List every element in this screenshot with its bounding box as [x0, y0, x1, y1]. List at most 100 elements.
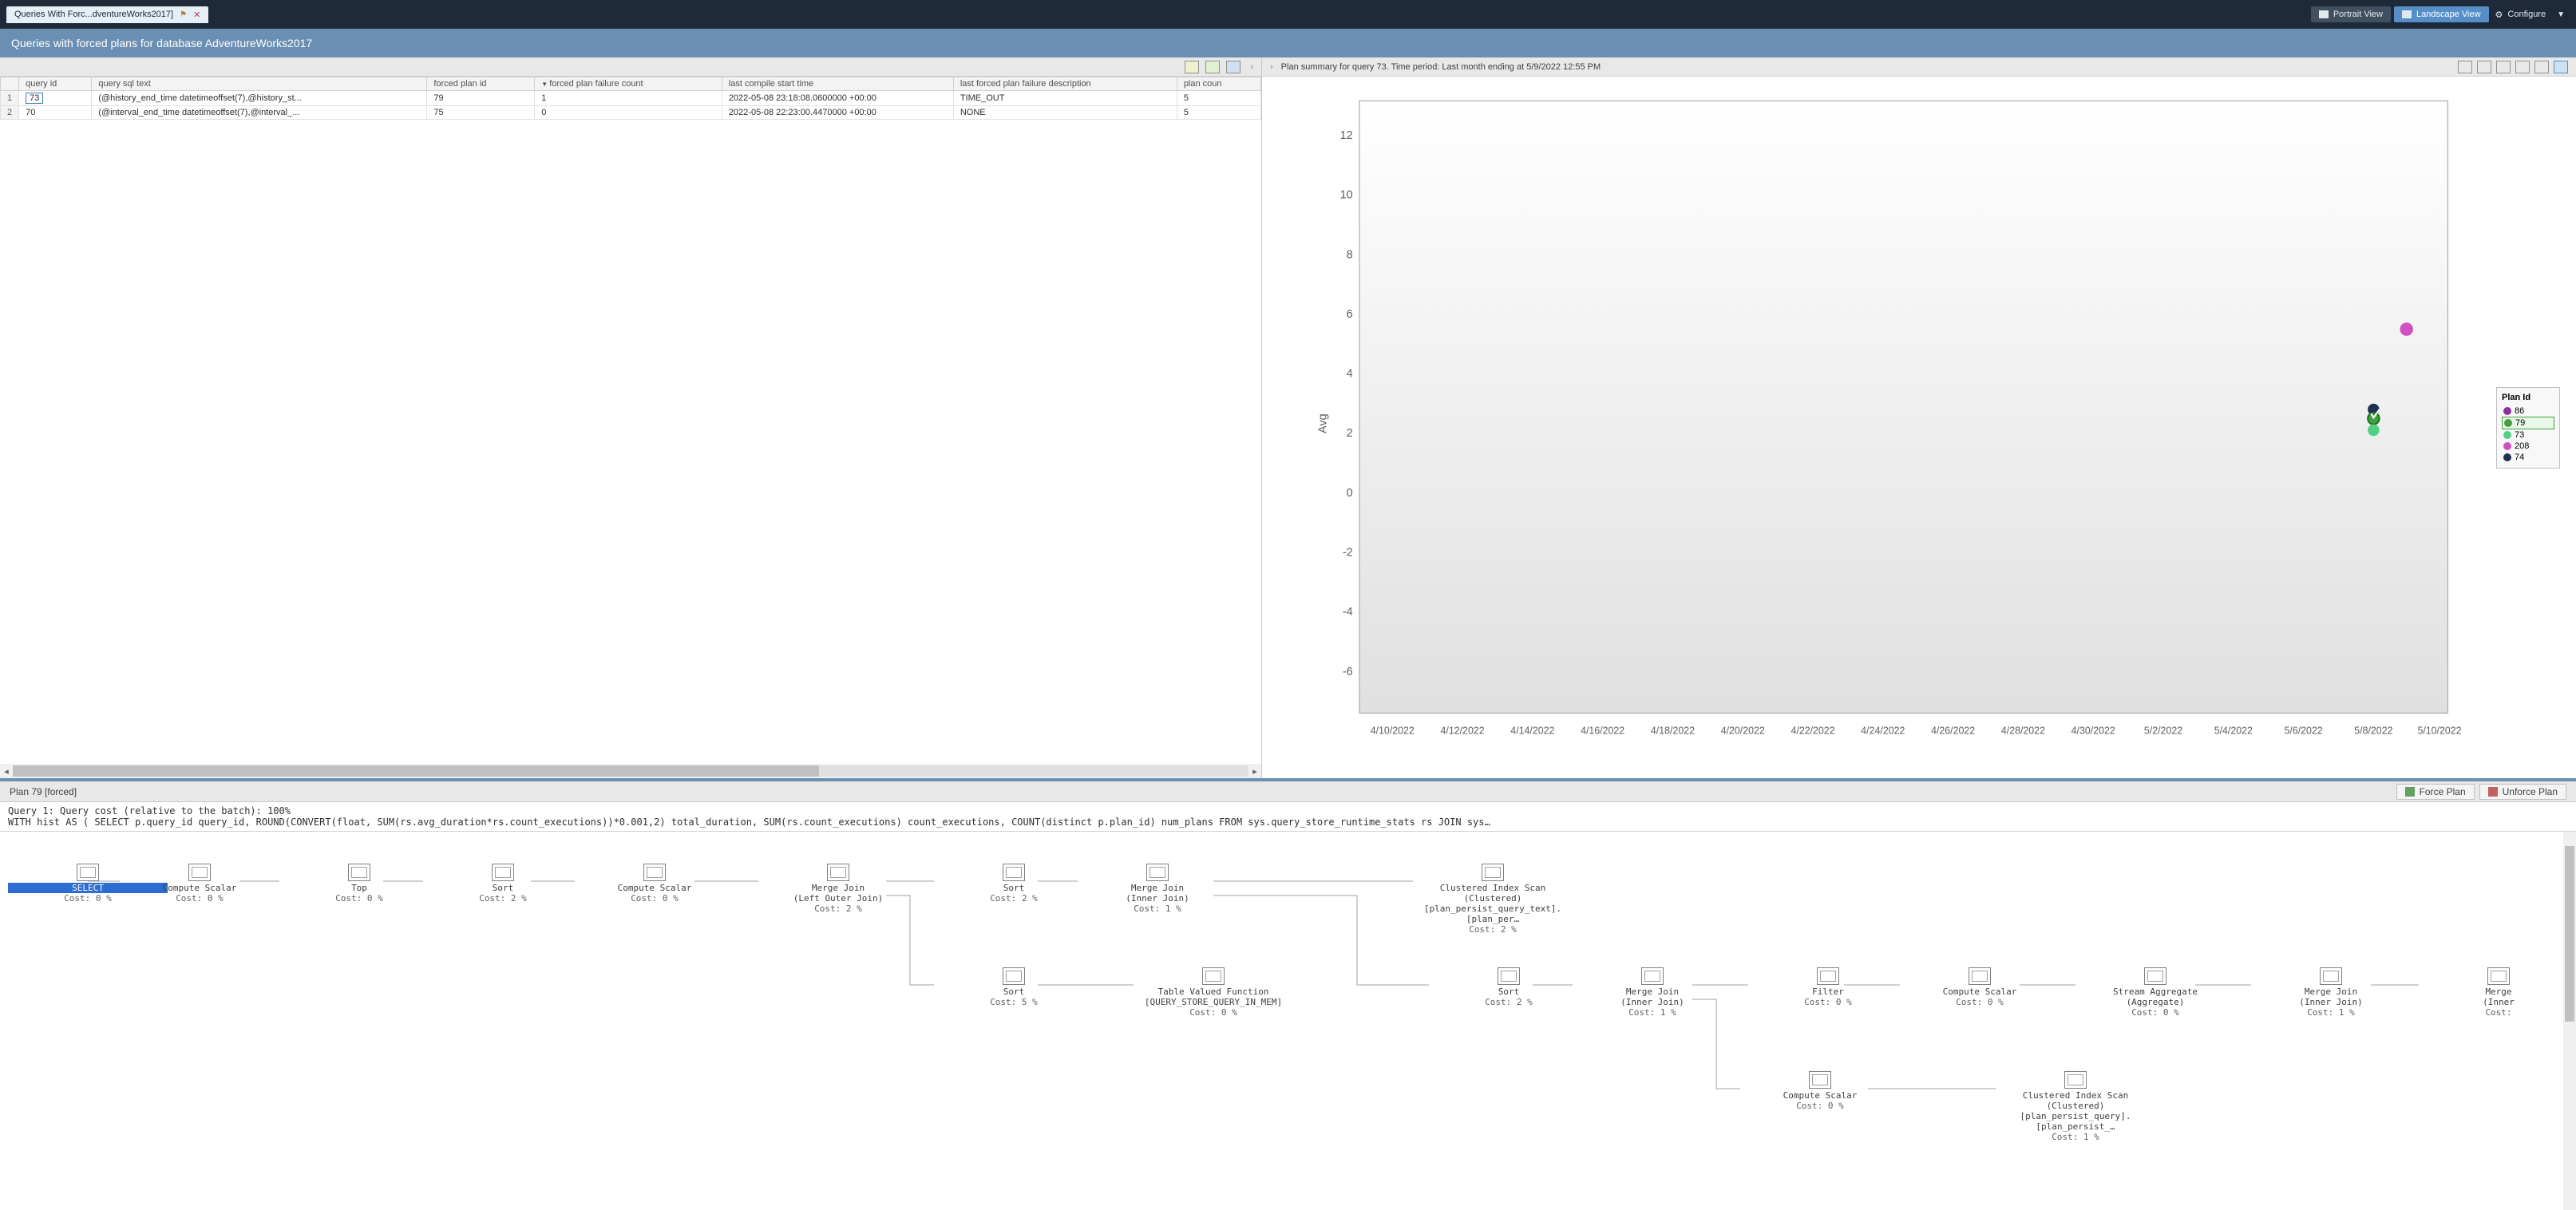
- plan-operator-cs2[interactable]: Compute ScalarCost: 0 %: [575, 864, 734, 904]
- legend-item[interactable]: 74: [2502, 452, 2554, 463]
- col-forced-plan-id[interactable]: forced plan id: [427, 77, 535, 91]
- svg-text:4/22/2022: 4/22/2022: [1791, 725, 1834, 736]
- unforce-plan-button[interactable]: Unforce Plan: [2479, 784, 2566, 800]
- plan-operator-mj2[interactable]: Merge Join(Inner Join)Cost: 1 %: [1078, 864, 1237, 914]
- svg-text:4/24/2022: 4/24/2022: [1861, 725, 1905, 736]
- landscape-icon: [2402, 10, 2412, 18]
- col-plan-count[interactable]: plan coun: [1177, 77, 1260, 91]
- plan-operator-sort2[interactable]: SortCost: 2 %: [934, 864, 1094, 904]
- legend-dot-icon: [2503, 453, 2511, 461]
- plan-operator-sort3[interactable]: SortCost: 5 %: [934, 967, 1094, 1007]
- pin-icon[interactable]: ⚑: [180, 10, 187, 19]
- grid-toolbar: ›: [0, 57, 1261, 77]
- plan-operator-top[interactable]: TopCost: 0 %: [279, 864, 439, 904]
- chart-plot-area[interactable]: 1210 86 42 0-2 -4-6 Avg 4/10/20224/12/20…: [1262, 77, 2480, 778]
- collapse-handle-icon[interactable]: ›: [1247, 62, 1256, 72]
- chart-tool-icon-5[interactable]: [2534, 61, 2549, 73]
- plan-operator-mj1[interactable]: Merge Join(Left Outer Join)Cost: 2 %: [758, 864, 918, 914]
- plan-header-bar: Plan 79 [forced] Force Plan Unforce Plan: [0, 781, 2576, 802]
- chart-collapse-handle-icon[interactable]: ›: [1270, 62, 1273, 72]
- window-tab-strip: Queries With Forc...dventureWorks2017] ⚑…: [0, 0, 2576, 29]
- chart-y-axis-label: Avg: [1317, 413, 1330, 433]
- svg-text:2: 2: [1347, 427, 1353, 440]
- chart-tool-icon-4[interactable]: [2515, 61, 2530, 73]
- operator-icon: [1482, 864, 1504, 881]
- selected-cell: 73: [26, 93, 43, 104]
- svg-text:-4: -4: [1343, 606, 1353, 619]
- svg-text:4/10/2022: 4/10/2022: [1371, 725, 1415, 736]
- close-icon[interactable]: ✕: [193, 10, 200, 20]
- grid-format-icon-1[interactable]: [1185, 61, 1199, 73]
- operator-icon: [2320, 967, 2342, 985]
- force-plan-button[interactable]: Force Plan: [2396, 784, 2475, 800]
- plan-operator-cis1[interactable]: Clustered Index Scan (Clustered)[plan_pe…: [1413, 864, 1573, 935]
- operator-icon: [2487, 967, 2510, 985]
- grid-panel: › query id query sql text forced plan id…: [0, 57, 1262, 778]
- plan-operator-sagg[interactable]: Stream Aggregate(Aggregate)Cost: 0 %: [2075, 967, 2235, 1018]
- chart-tool-icon-2[interactable]: [2477, 61, 2491, 73]
- svg-text:4/26/2022: 4/26/2022: [1931, 725, 1975, 736]
- plan-operator-sort1[interactable]: SortCost: 2 %: [423, 864, 583, 904]
- plan-operator-cs1[interactable]: Compute ScalarCost: 0 %: [120, 864, 279, 904]
- overflow-chevron-icon[interactable]: ▼: [2552, 10, 2570, 19]
- chart-tool-icon-3[interactable]: [2496, 61, 2511, 73]
- svg-text:4/12/2022: 4/12/2022: [1441, 725, 1485, 736]
- execution-plan-panel: Plan 79 [forced] Force Plan Unforce Plan…: [0, 778, 2576, 1210]
- legend-item[interactable]: 208: [2502, 441, 2554, 452]
- legend-item[interactable]: 86: [2502, 405, 2554, 417]
- legend-item[interactable]: 73: [2502, 429, 2554, 441]
- svg-text:12: 12: [1340, 129, 1353, 142]
- operator-icon: [1003, 967, 1025, 985]
- legend-item[interactable]: 79: [2502, 417, 2554, 429]
- plan-operator-tvf[interactable]: Table Valued Function[QUERY_STORE_QUERY_…: [1134, 967, 1293, 1018]
- chart-tool-icon-6[interactable]: [2554, 61, 2568, 73]
- portrait-view-button[interactable]: Portrait View: [2311, 6, 2391, 22]
- plan-vertical-scrollbar[interactable]: [2563, 832, 2576, 1210]
- plan-diagram-canvas[interactable]: SELECTCost: 0 %Compute ScalarCost: 0 %To…: [0, 832, 2576, 1210]
- page-title: Queries with forced plans for database A…: [11, 37, 312, 49]
- svg-text:0: 0: [1347, 487, 1353, 500]
- plan-operator-cis2[interactable]: Clustered Index Scan (Clustered)[plan_pe…: [1996, 1071, 2155, 1142]
- plan-operator-filter[interactable]: FilterCost: 0 %: [1748, 967, 1908, 1007]
- svg-text:8: 8: [1347, 248, 1353, 261]
- plan-operator-mj4[interactable]: Merge Join(Inner Join)Cost: 1 %: [2251, 967, 2411, 1018]
- col-fail-desc[interactable]: last forced plan failure description: [953, 77, 1177, 91]
- grid-format-icon-2[interactable]: [1205, 61, 1220, 73]
- grid-format-icon-3[interactable]: [1226, 61, 1241, 73]
- scroll-left-icon[interactable]: ◂: [0, 766, 13, 777]
- table-row[interactable]: 1 73 (@history_end_time datetimeoffset(7…: [1, 91, 1261, 106]
- operator-icon: [1641, 967, 1664, 985]
- legend-dot-icon: [2503, 407, 2511, 415]
- svg-text:10: 10: [1340, 189, 1353, 202]
- operator-icon: [643, 864, 666, 881]
- plan-operator-cs4[interactable]: Compute ScalarCost: 0 %: [1740, 1071, 1900, 1111]
- plan-operator-mj3[interactable]: Merge Join(Inner Join)Cost: 1 %: [1573, 967, 1732, 1018]
- scroll-thumb[interactable]: [13, 765, 819, 777]
- svg-text:5/8/2022: 5/8/2022: [2354, 725, 2392, 736]
- legend-dot-icon: [2503, 442, 2511, 450]
- landscape-view-button[interactable]: Landscape View: [2394, 6, 2489, 22]
- chart-tool-icon-1[interactable]: [2458, 61, 2472, 73]
- table-header-row: query id query sql text forced plan id ▼…: [1, 77, 1261, 91]
- col-fail-count[interactable]: ▼forced plan failure count: [535, 77, 722, 91]
- svg-text:-6: -6: [1343, 666, 1353, 678]
- operator-icon: [77, 864, 99, 881]
- operator-icon: [348, 864, 370, 881]
- document-tab[interactable]: Queries With Forc...dventureWorks2017] ⚑…: [6, 6, 208, 23]
- grid-horizontal-scrollbar[interactable]: ◂ ▸: [0, 764, 1261, 778]
- plan-query-text: Query 1: Query cost (relative to the bat…: [0, 802, 2576, 832]
- col-rownum[interactable]: [1, 77, 19, 91]
- plan-operator-sort4[interactable]: SortCost: 2 %: [1429, 967, 1589, 1007]
- plan-operator-cs3[interactable]: Compute ScalarCost: 0 %: [1900, 967, 2060, 1007]
- tab-label: Queries With Forc...dventureWorks2017]: [14, 10, 173, 19]
- col-compile-time[interactable]: last compile start time: [722, 77, 953, 91]
- scroll-right-icon[interactable]: ▸: [1248, 766, 1261, 777]
- configure-button[interactable]: ⚙ Configure: [2489, 6, 2553, 23]
- unforce-plan-icon: [2488, 787, 2498, 797]
- col-query-id[interactable]: query id: [19, 77, 92, 91]
- table-row[interactable]: 2 70 (@interval_end_time datetimeoffset(…: [1, 106, 1261, 120]
- col-sql-text[interactable]: query sql text: [92, 77, 427, 91]
- operator-icon: [1969, 967, 1991, 985]
- plan-operator-merge5[interactable]: Merge(InnerCost:: [2419, 967, 2576, 1018]
- gear-icon: ⚙: [2495, 10, 2503, 20]
